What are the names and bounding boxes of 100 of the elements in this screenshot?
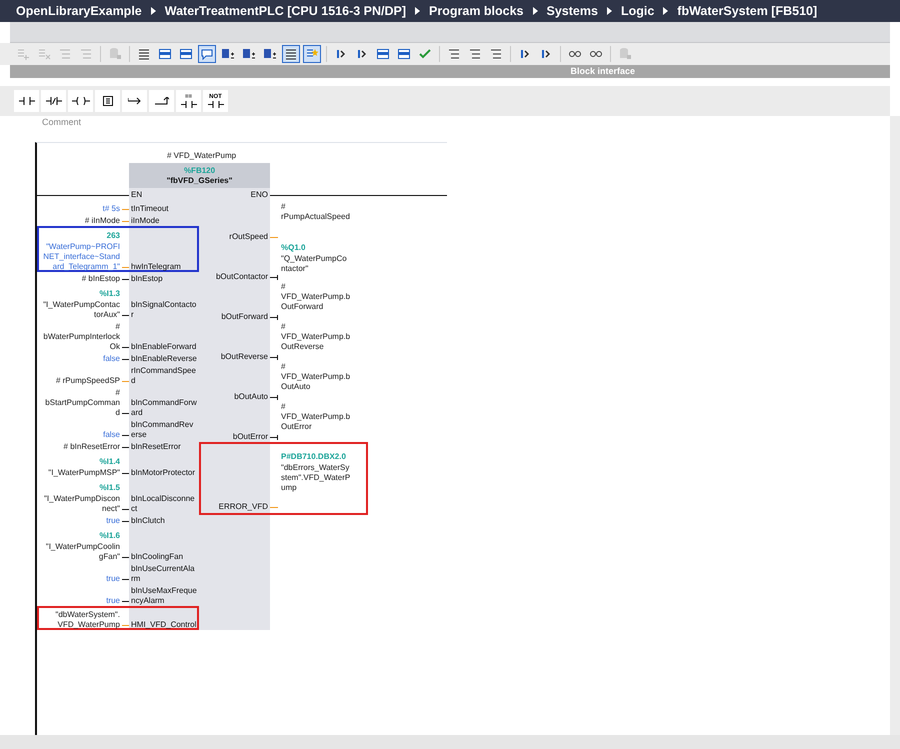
instance-name: # VFD_WaterPump [167, 151, 236, 161]
pin-label: bInCoolingFan [130, 552, 184, 562]
panel-icon [158, 47, 172, 61]
dropdown-icon [263, 47, 277, 61]
rows-icon [468, 47, 482, 61]
toolbar-button[interactable] [282, 45, 300, 63]
pin-label: bOutReverse [220, 352, 269, 362]
tag-name: "dbErrors_WaterSystem".VFD_WaterPump [281, 463, 351, 493]
pin-label: bInEnableReverse [130, 354, 198, 364]
operand-address: 263 [106, 230, 120, 242]
breadcrumb-item[interactable]: WaterTreatmentPLC [CPU 1516-3 PN/DP] [164, 4, 406, 18]
contact-icon [180, 101, 196, 108]
pin-label: bOutAuto [233, 392, 269, 402]
tag-name: # bStartPumpCommand [44, 388, 120, 418]
breadcrumb-item[interactable]: OpenLibraryExample [16, 4, 142, 18]
operand-address: %I1.3 [100, 288, 120, 300]
negated-contact-button[interactable] [41, 90, 66, 112]
constant-value: "WaterPump~PROFINET_interface~Standard_Telegramm_1" [42, 242, 120, 272]
coil-icon [72, 97, 90, 105]
tag-name: "I_WaterPumpCoolingFan" [44, 542, 120, 562]
branch-arrow-icon [154, 97, 168, 105]
panel-icon [376, 47, 390, 61]
negated-contact-icon [46, 97, 62, 105]
breadcrumb-item[interactable]: Logic [620, 4, 654, 18]
pin-label: bInEnableForward [130, 342, 198, 352]
tag-name: # iInMode [84, 216, 120, 226]
pin-label: bOutError [232, 432, 269, 442]
panel-icon [397, 47, 411, 61]
operand-address: P#DB710.DBX2.0 [281, 451, 346, 463]
empty-box-button[interactable] [95, 90, 120, 112]
tag-name: # VFD_WaterPump.bOutReverse [281, 322, 351, 352]
arrow-icon [518, 47, 532, 61]
arrow-icon [355, 47, 369, 61]
dropdown-icon [242, 47, 256, 61]
operand-address: %I1.5 [100, 482, 120, 494]
panel-title: Block interface [570, 65, 635, 78]
database-icon [618, 47, 632, 61]
tag-name: # rPumpSpeedSP [56, 376, 120, 386]
insert-icon [16, 47, 30, 61]
operand-address: %Q1.0 [281, 242, 306, 254]
branch-arrow-icon [128, 97, 142, 105]
pin-label: rInCommandSpeed [130, 366, 197, 386]
pin-label: hwInTelegram [130, 262, 182, 272]
chevron-icon [662, 7, 670, 15]
operand-address: %I1.6 [100, 530, 120, 542]
breadcrumb-item[interactable]: Program blocks [429, 4, 524, 18]
pin-label: bInEstop [130, 274, 164, 284]
constant-value: false [103, 354, 120, 364]
open-branch-button[interactable] [122, 90, 147, 112]
list-icon [137, 47, 151, 61]
constant-value: t# 5s [102, 204, 120, 214]
block-address: %FB120 [184, 166, 216, 176]
chevron-icon [150, 7, 157, 15]
tag-name: "Q_WaterPumpContactor" [281, 254, 348, 274]
tag-name: # bInEstop [82, 274, 120, 284]
breadcrumb-item[interactable]: fbWaterSystem [FB510] [677, 4, 818, 18]
toolbar-button[interactable] [198, 45, 216, 63]
comment-icon [200, 47, 214, 61]
pin-label: tInTimeout [130, 204, 170, 214]
tag-name: # VFD_WaterPump.bOutError [281, 402, 351, 432]
rows-icon [489, 47, 503, 61]
tag-name: "I_WaterPumpMSP" [48, 468, 120, 478]
arrow-icon [334, 47, 348, 61]
tag-name: # bInResetError [64, 442, 120, 452]
pin-label: bInMotorProtector [130, 468, 196, 478]
database-icon [108, 47, 122, 61]
panel-icon [179, 47, 193, 61]
contact-icon [208, 101, 224, 108]
pin-label: bInSignalContactor [130, 300, 198, 320]
constant-value: true [106, 596, 120, 606]
contact-button[interactable] [14, 90, 39, 112]
breadcrumb-item[interactable]: Systems [546, 4, 598, 18]
coil-button[interactable] [68, 90, 93, 112]
rows-icon [58, 47, 72, 61]
operand-address: %I1.4 [100, 456, 120, 468]
rows-icon [447, 47, 461, 61]
pin-label: ERROR_VFD [218, 502, 269, 512]
tag-name: # VFD_WaterPump.bOutForward [281, 282, 351, 312]
block-name: "fbVFD_GSeries" [166, 176, 232, 186]
close-branch-button[interactable] [149, 90, 174, 112]
chevron-icon [414, 7, 422, 15]
comment-label: Comment [42, 116, 82, 128]
tag-name: "I_WaterPumpDisconnect" [43, 494, 120, 514]
tag-name: "dbWaterSystem". VFD_WaterPump [54, 610, 120, 630]
box-icon [102, 96, 114, 106]
constant-value: false [103, 430, 120, 440]
pin-label: ENO [250, 190, 268, 200]
tag-name: # bWaterPumpInterlockOk [42, 322, 120, 352]
pin-label: EN [131, 190, 142, 200]
constant-value: true [106, 516, 120, 526]
pin-label: bInResetError [130, 442, 182, 452]
constant-value: true [106, 574, 120, 584]
dropdown-icon [221, 47, 235, 61]
pin-label: bInClutch [130, 516, 166, 526]
rows-icon [79, 47, 93, 61]
contact-icon [18, 97, 34, 105]
delete-icon [37, 47, 51, 61]
chevron-icon [606, 7, 613, 15]
pin-label: iInMode [130, 216, 160, 226]
list-icon [284, 47, 298, 61]
